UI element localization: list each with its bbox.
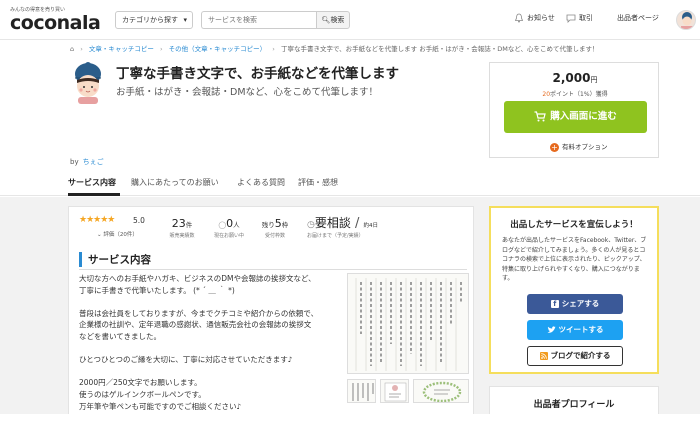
bell-icon xyxy=(514,13,524,23)
seller-profile-card: 出品者プロフィール xyxy=(489,386,659,414)
seller-page-link[interactable]: 出品者ページ xyxy=(617,13,659,23)
breadcrumb-separator: › xyxy=(80,45,83,53)
rating-value: 5.0 xyxy=(133,216,145,225)
facebook-icon: f xyxy=(550,300,559,308)
breadcrumb-item-category[interactable]: 文章・キャッチコピー xyxy=(89,45,154,53)
sample-thumbnail[interactable] xyxy=(347,379,376,403)
category-dropdown-button[interactable]: カテゴリから探す ▾ xyxy=(115,11,193,29)
home-icon[interactable]: ⌂ xyxy=(70,45,74,53)
proceed-to-purchase-button[interactable]: 購入画面に進む xyxy=(504,101,647,133)
promo-title: 出品したサービスを宣伝しよう！ xyxy=(510,220,638,230)
breadcrumb-separator: › xyxy=(159,45,163,53)
facebook-share-button[interactable]: f シェアする xyxy=(527,294,623,314)
notifications-link[interactable]: お知らせ xyxy=(514,13,555,23)
service-detail-card: ★★★★★ 5.0 ⌄ 評価（20件） 23件 販売実績数 ◯0人 現在お願い中… xyxy=(68,206,474,414)
site-header: みんなの得意を売り買い coconala カテゴリから探す ▾ 🔍︎検索 お知ら… xyxy=(0,0,700,40)
points-earned: 20ポイント（1%）獲得 xyxy=(542,91,608,98)
delivery-time-stat: ◷要相談 / 約4日 お届けまで（予定/実績） xyxy=(307,216,379,239)
price: 2,000円 xyxy=(552,71,598,85)
clock-icon: ◷ xyxy=(307,220,315,230)
breadcrumb: ⌂ › 文章・キャッチコピー › その他（文章・キャッチコピー） › 丁寧な手書… xyxy=(70,43,599,53)
sample-thumbnail[interactable] xyxy=(380,379,409,403)
search-button[interactable]: 🔍︎検索 xyxy=(316,11,350,29)
seller-illustration-icon xyxy=(75,62,101,104)
sample-thumbnail[interactable] xyxy=(413,379,469,403)
service-description: 大切な方へのお手紙やハガキ、ビジネスのDMや会報誌の挨拶文など、 丁寧に手書きで… xyxy=(79,273,341,424)
seller-name-link[interactable]: ちぇご xyxy=(83,158,104,166)
seller-avatar[interactable] xyxy=(70,62,106,104)
promo-description: あなたが出品したサービスをFacebook、Twitter、ブログなどで紹介して… xyxy=(502,237,647,283)
cart-icon xyxy=(534,111,547,122)
service-subtitle: お手紙・はがき・会報誌・DMなど、心をこめて代筆します！ xyxy=(116,87,379,98)
chevron-down-icon: ▾ xyxy=(183,16,187,24)
service-title: 丁寧な手書き文字で、お手紙などを代筆します xyxy=(116,66,399,82)
service-tabs: サービス内容 購入にあたってのお願い よくある質問 評価・感想 xyxy=(0,168,700,196)
thumbnail-wreath-illustration xyxy=(422,381,462,402)
avatar-illustration-icon xyxy=(681,12,693,29)
breadcrumb-item-subcategory[interactable]: その他（文章・キャッチコピー） xyxy=(169,45,267,53)
tab-service-content[interactable]: サービス内容 xyxy=(68,177,116,188)
in-progress-stat: ◯0人 現在お願い中 xyxy=(213,217,244,239)
plus-circle-icon: + xyxy=(550,142,559,152)
description-paragraph: ひとつひとつのご縁を大切に、丁寧に対応させていただきます♪ xyxy=(79,355,293,365)
chat-bubble-icon xyxy=(566,14,576,23)
rating-stars-icon: ★★★★★ xyxy=(79,215,115,225)
thumbnail-card-illustration xyxy=(384,382,407,402)
category-button-label: カテゴリから探す xyxy=(122,16,178,24)
remaining-slots-stat: 残り5枠 受付枠数 xyxy=(261,217,289,239)
tab-reviews[interactable]: 評価・感想 xyxy=(298,177,338,188)
description-paragraph: 2000円／250文字でお願いします。 使うのはゲルインクボールペンです。 万年… xyxy=(79,378,242,411)
description-paragraph: 大切な方へのお手紙やハガキ、ビジネスのDMや会報誌の挨拶文など、 丁寧に手書きで… xyxy=(79,274,316,295)
paid-option-link[interactable]: + 有料オプション xyxy=(550,141,608,152)
description-paragraph: 普段は会社員をしておりますが、今までクチコミや紹介からの依頼で、 企業様の社訓や… xyxy=(79,308,319,341)
active-tab-indicator xyxy=(68,193,120,196)
transactions-link[interactable]: 取引 xyxy=(566,13,593,23)
breadcrumb-separator: › xyxy=(272,45,275,53)
thumbnail-letter-illustration xyxy=(352,383,374,401)
blog-introduce-button[interactable]: ブログで紹介する xyxy=(527,346,623,366)
handwriting-letter-illustration xyxy=(355,278,462,371)
section-divider xyxy=(79,269,467,270)
twitter-bird-icon xyxy=(547,326,556,333)
rss-icon xyxy=(539,352,548,360)
promote-service-card: 出品したサービスを宣伝しよう！ あなたが出品したサービスをFacebook、Tw… xyxy=(489,206,659,374)
breadcrumb-item-current: 丁寧な手書き文字で、お手紙などを代筆します お手紙・はがき・会報誌・DMなど、心… xyxy=(280,45,599,53)
purchase-box: 2,000円 20ポイント（1%）獲得 購入画面に進む + 有料オプション xyxy=(489,62,659,158)
seller-byline: by ちぇご xyxy=(70,158,104,166)
coconala-logo[interactable]: みんなの得意を売り買い coconala xyxy=(10,6,110,34)
user-avatar[interactable] xyxy=(676,10,696,30)
twitter-tweet-button[interactable]: ツイートする xyxy=(527,320,623,340)
logo-text: coconala xyxy=(10,12,101,34)
tab-faq[interactable]: よくある質問 xyxy=(237,177,285,188)
search-input[interactable] xyxy=(201,11,316,29)
sales-count-stat: 23件 販売実績数 xyxy=(169,217,195,239)
tab-purchase-requests[interactable]: 購入にあたってのお願い xyxy=(131,177,219,188)
seller-profile-title: 出品者プロフィール xyxy=(533,400,615,410)
section-title-service-content: サービス内容 xyxy=(79,252,467,267)
handwriting-sample-image[interactable] xyxy=(347,273,469,374)
person-icon: ◯ xyxy=(218,221,227,229)
rating-count-link[interactable]: ⌄ 評価（20件） xyxy=(97,230,138,238)
